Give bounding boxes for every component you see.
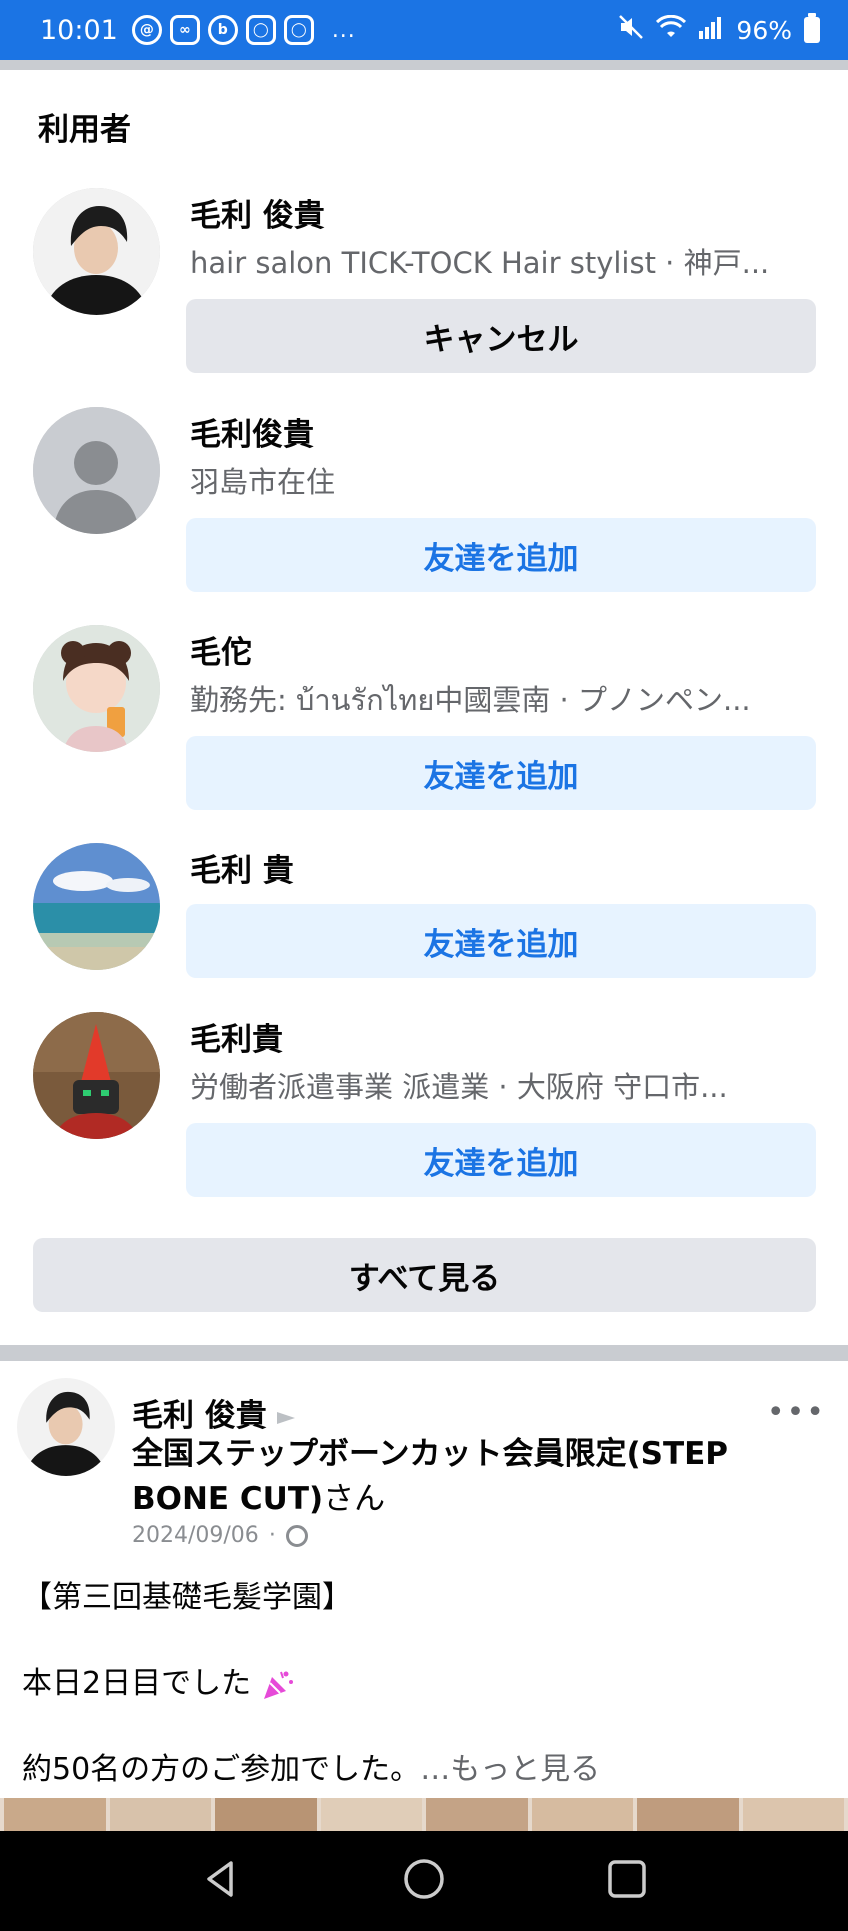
user-name[interactable]: 毛利 貴 [190,845,294,890]
post-group[interactable]: 全国ステップボーンカット会員限定(STEP BONE CUT)さん [132,1432,772,1522]
user-result: 毛利俊貴 羽島市在住 友達を追加 [33,407,816,597]
photo-tile [637,1798,739,1832]
battery-percent: 96% [736,15,792,45]
post-text-line: 約50名の方のご参加でした。…もっと見る [22,1744,600,1788]
signal-icon [698,15,724,45]
link-icon: ∞ [169,15,200,45]
avatar[interactable] [33,407,160,534]
user-name[interactable]: 毛利 俊貴 [190,190,325,235]
add-friend-button[interactable]: 友達を追加 [186,518,816,592]
post-text: 約50名の方のご参加でした。 [22,1752,421,1787]
photo-tile [320,1798,422,1832]
post-author[interactable]: 毛利 俊貴 [132,1390,295,1435]
user-name[interactable]: 毛利貴 [190,1014,283,1059]
battery-icon [804,13,820,43]
avatar[interactable] [33,188,160,315]
post-text-line: 【第三回基礎毛髪学園】 [22,1580,352,1615]
post-date[interactable]: 2024/09/06 [132,1523,259,1548]
recents-icon[interactable] [605,1857,649,1905]
more-notifications-icon: ... [331,17,356,43]
photo-tile [215,1798,317,1832]
party-popper-icon [261,1668,295,1702]
instagram-icon: ◯ [283,15,314,45]
meta-separator: · [268,1523,276,1548]
notification-icons: @ ∞ b ◯ ◯ ... [131,15,356,45]
user-subtitle: hair salon TICK-TOCK Hair stylist · 神戸..… [190,246,770,280]
avatar[interactable] [33,1012,160,1139]
user-name[interactable]: 毛佗 [190,627,252,672]
cancel-button[interactable]: キャンセル [186,299,816,373]
more-options-icon[interactable]: ••• [767,1395,826,1430]
post-group-suffix: さん [323,1481,386,1517]
post-photo[interactable] [0,1798,848,1832]
photo-tile [109,1798,211,1832]
globe-icon [285,1524,308,1547]
system-nav-bar [0,1831,848,1931]
add-friend-button[interactable]: 友達を追加 [186,1123,816,1197]
see-more-link[interactable]: …もっと見る [420,1752,600,1787]
avatar[interactable] [33,843,160,970]
mute-icon [618,14,644,46]
avatar[interactable] [33,625,160,752]
status-time: 10:01 [40,14,118,46]
divider [0,1345,848,1361]
back-icon[interactable] [199,1857,243,1905]
add-friend-button[interactable]: 友達を追加 [186,904,816,978]
wifi-icon [656,14,687,45]
divider [0,60,848,70]
arrow-right-icon [276,1411,295,1424]
user-subtitle: 勤務先: บ้านรักไทย中國雲南 · プノンペン... [190,683,751,717]
user-result: 毛利 俊貴 hair salon TICK-TOCK Hair stylist … [33,188,816,378]
user-result: 毛利 貴 友達を追加 [33,843,816,993]
post-meta: 2024/09/06 · [132,1523,308,1548]
threads-icon: @ [131,15,162,45]
see-all-button[interactable]: すべて見る [33,1238,816,1312]
photo-tile [426,1798,528,1832]
user-name[interactable]: 毛利俊貴 [190,409,314,454]
photo-tile [531,1798,633,1832]
post-author-name[interactable]: 毛利 俊貴 [132,1398,267,1434]
post-group-name[interactable]: 全国ステップボーンカット会員限定(STEP BONE CUT) [132,1436,728,1517]
instagram-icon: ◯ [245,15,276,45]
user-subtitle: 労働者派遣事業 派遣業 · 大阪府 守口市... [190,1070,728,1104]
section-title: 利用者 [38,112,131,148]
user-result: 毛佗 勤務先: บ้านรักไทย中國雲南 · プノンペン... 友達を追加 [33,625,816,815]
add-friend-button[interactable]: 友達を追加 [186,736,816,810]
photo-tile [4,1798,106,1832]
home-icon[interactable] [402,1857,446,1905]
post-author-avatar[interactable] [17,1378,115,1476]
photo-tile [742,1798,844,1832]
status-bar: 10:01 @ ∞ b ◯ ◯ ... 96% [0,0,848,60]
b-icon: b [207,15,238,45]
status-right: 96% [618,13,820,46]
post-text-line: 本日2日目でした [22,1658,295,1702]
user-result: 毛利貴 労働者派遣事業 派遣業 · 大阪府 守口市... 友達を追加 [33,1012,816,1202]
user-subtitle: 羽島市在住 [190,465,336,499]
post-text: 本日2日目でした [22,1666,252,1701]
